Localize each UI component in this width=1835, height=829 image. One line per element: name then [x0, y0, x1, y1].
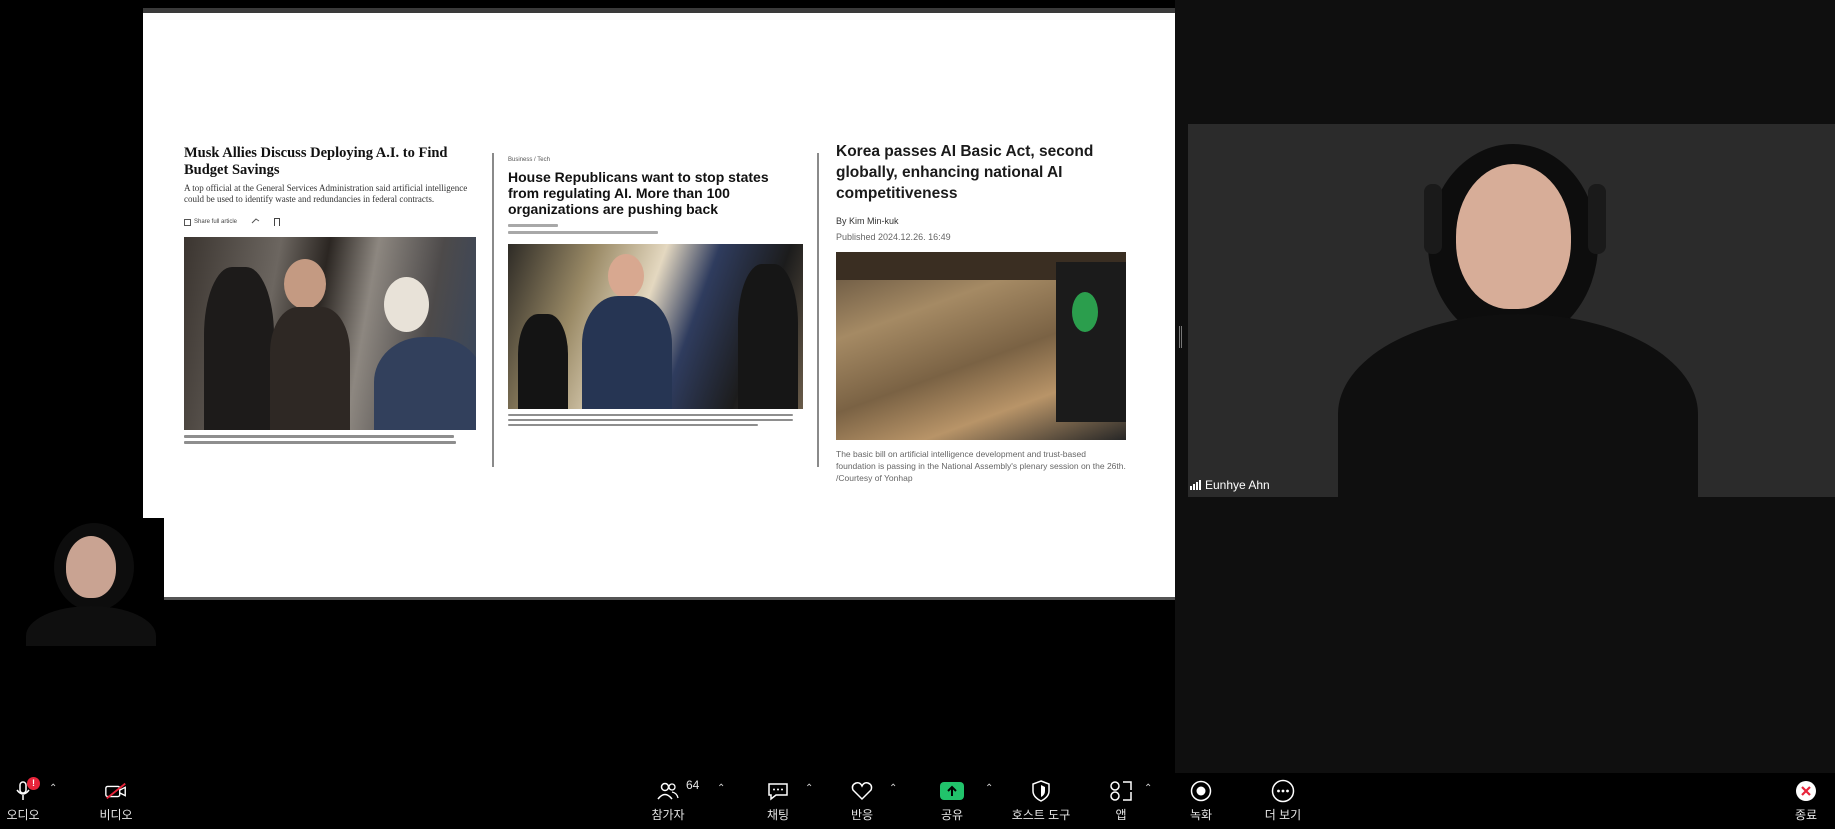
gallery-background-bottom — [1175, 497, 1835, 773]
article-nyt: Musk Allies Discuss Deploying A.I. to Fi… — [184, 145, 476, 447]
share-full-article: Share full article — [184, 218, 238, 226]
article-photo — [836, 252, 1126, 440]
speaker-video-tile[interactable] — [1188, 124, 1835, 497]
video-label: 비디오 — [99, 807, 133, 822]
participants-options-chevron-icon[interactable]: ⌃ — [717, 783, 725, 794]
end-button[interactable]: 종료 — [1788, 773, 1824, 829]
record-icon — [1189, 780, 1213, 802]
apps-options-chevron-icon[interactable]: ⌃ — [1144, 783, 1152, 794]
self-view-face — [66, 536, 116, 598]
speaker-face — [1456, 164, 1571, 309]
article-byline: By Kim Min-kuk — [836, 216, 899, 226]
close-icon — [1794, 780, 1818, 802]
photo-caption: The basic bill on artificial intelligenc… — [836, 449, 1126, 483]
reactions-options-chevron-icon[interactable]: ⌃ — [889, 783, 897, 794]
record-button[interactable]: 녹화 — [1183, 773, 1219, 829]
audio-options-chevron-icon[interactable]: ⌃ — [49, 783, 57, 794]
gallery-background-top — [1175, 0, 1835, 124]
share-icon — [251, 217, 260, 227]
self-view-shirt — [26, 606, 156, 646]
speaker-shirt — [1338, 314, 1698, 497]
article-headline: Musk Allies Discuss Deploying A.I. to Fi… — [184, 145, 448, 178]
photo-caption — [184, 435, 476, 444]
reactions-label: 반응 — [850, 807, 874, 822]
bookmark-icon — [274, 218, 281, 226]
signal-strength-icon — [1190, 480, 1201, 490]
headphone-left-icon — [1424, 184, 1442, 254]
participants-count: 64 — [686, 777, 700, 792]
apps-button[interactable]: 앱 — [1104, 773, 1138, 829]
gallery-gutter — [1175, 124, 1188, 497]
gift-icon — [184, 218, 191, 226]
chat-options-chevron-icon[interactable]: ⌃ — [805, 783, 813, 794]
panel-resize-handle[interactable] — [1179, 326, 1182, 348]
more-button[interactable]: 더 보기 — [1258, 773, 1308, 829]
share-button[interactable]: 공유 — [935, 773, 969, 829]
end-label: 종료 — [1794, 807, 1818, 822]
article-kicker: Business / Tech — [508, 157, 550, 163]
video-off-icon — [104, 780, 128, 802]
photo-caption — [508, 414, 803, 426]
participants-button[interactable]: 64 참가자 — [648, 773, 699, 829]
more-label: 더 보기 — [1264, 807, 1302, 822]
shield-icon — [1029, 779, 1053, 802]
article-korea: Korea passes AI Basic Act, second global… — [836, 141, 1126, 484]
record-label: 녹화 — [1189, 807, 1213, 822]
article-summary: A top official at the General Services A… — [184, 183, 468, 204]
shared-screen[interactable]: Musk Allies Discuss Deploying A.I. to Fi… — [143, 8, 1175, 600]
audio-button[interactable]: ! 오디오 — [4, 773, 42, 829]
column-divider — [492, 153, 494, 467]
article-photo — [508, 244, 803, 409]
microphone-icon: ! — [11, 776, 40, 802]
share-options-chevron-icon[interactable]: ⌃ — [985, 783, 993, 794]
more-icon — [1271, 779, 1295, 802]
audio-alert-badge: ! — [27, 776, 40, 790]
heart-icon — [850, 780, 874, 802]
reactions-button[interactable]: 반응 — [844, 773, 880, 829]
share-full-label: Share full article — [194, 219, 238, 225]
participants-icon: 64 — [656, 778, 699, 802]
article-house: Business / Tech House Republicans want t… — [508, 157, 803, 429]
article-byline — [508, 224, 803, 234]
headphone-right-icon — [1588, 184, 1606, 254]
share-screen-icon — [940, 780, 964, 802]
chat-bubble-icon — [766, 780, 790, 802]
host-tools-label: 호스트 도구 — [1011, 807, 1071, 822]
chat-label: 채팅 — [766, 807, 790, 822]
audio-label: 오디오 — [6, 807, 40, 822]
participants-label: 참가자 — [651, 807, 685, 822]
article-published: Published 2024.12.26. 16:49 — [836, 232, 951, 242]
meeting-toolbar: ! 오디오 ⌃ 비디오 64 참가자 ⌃ 채팅 ⌃ 반응 ⌃ 공유 ⌃ 호스트 … — [0, 773, 1835, 829]
article-tools: Share full article — [184, 217, 476, 227]
video-button[interactable]: 비디오 — [94, 773, 138, 829]
host-tools-button[interactable]: 호스트 도구 — [1006, 773, 1076, 829]
article-headline: Korea passes AI Basic Act, second global… — [836, 143, 1094, 202]
apps-icon — [1109, 780, 1133, 802]
speaker-name: Eunhye Ahn — [1205, 478, 1270, 492]
apps-label: 앱 — [1115, 807, 1127, 822]
share-label: 공유 — [940, 807, 964, 822]
speaker-name-tag: Eunhye Ahn — [1190, 478, 1270, 492]
article-headline: House Republicans want to stop states fr… — [508, 169, 769, 217]
article-photo — [184, 237, 476, 430]
column-divider — [817, 153, 819, 467]
self-view-video[interactable] — [14, 518, 164, 646]
chat-button[interactable]: 채팅 — [760, 773, 796, 829]
